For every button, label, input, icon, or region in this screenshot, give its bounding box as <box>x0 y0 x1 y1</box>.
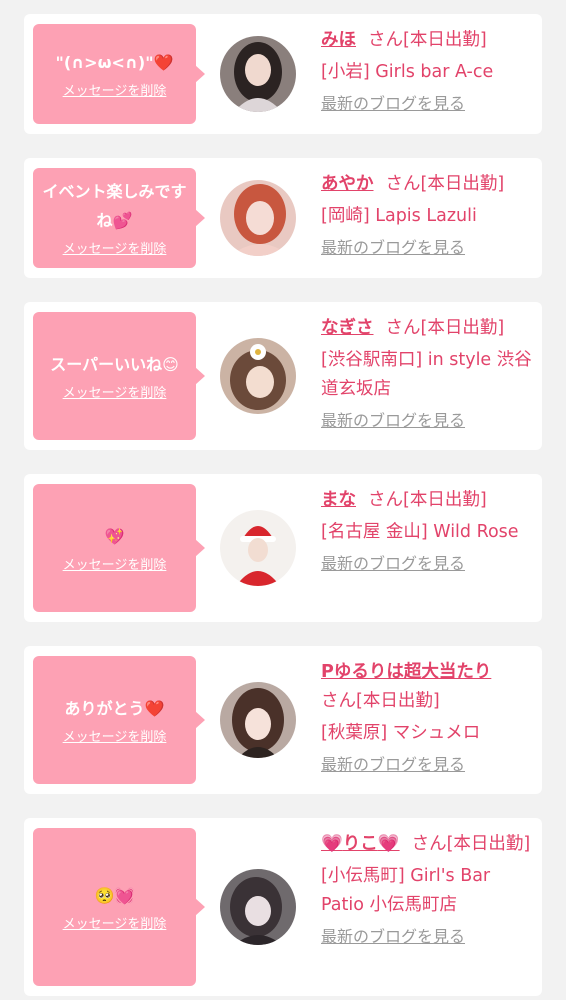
blog-link[interactable]: 最新のブログを見る <box>321 754 536 776</box>
message-bubble: 💖 メッセージを削除 <box>33 484 205 612</box>
blog-link[interactable]: 最新のブログを見る <box>321 410 536 432</box>
cast-name-link[interactable]: あやか <box>321 174 374 194</box>
message-text: ありがとう❤️ <box>64 698 165 718</box>
blog-link[interactable]: 最新のブログを見る <box>321 237 536 259</box>
message-card: スーパーいいね😊 メッセージを削除 なぎさ さん[本日出勤] [渋谷駅南口] in… <box>24 302 542 450</box>
avatar-image <box>220 180 296 256</box>
delete-message-link[interactable]: メッセージを削除 <box>63 916 167 934</box>
cast-name-link[interactable]: まな <box>321 490 356 510</box>
blog-link[interactable]: 最新のブログを見る <box>321 553 536 575</box>
cast-info: まな さん[本日出勤] [名古屋 金山] Wild Rose 最新のブログを見る <box>321 486 536 575</box>
shop-name: [渋谷駅南口] in style 渋谷道玄坂店 <box>321 350 532 399</box>
sparkling-heart-emoji: 💖 <box>104 526 125 546</box>
cast-status: さん[本日出勤] <box>368 30 487 50</box>
shop-name: [秋葉原] マシュメロ <box>321 723 481 743</box>
pleading-heart-emoji: 🥺💓 <box>94 885 135 905</box>
message-bubble: ありがとう❤️ メッセージを削除 <box>33 656 205 784</box>
cast-info: 💗りこ💗 さん[本日出勤] [小伝馬町] Girl's Bar Patio 小伝馬… <box>321 830 536 948</box>
cast-info: あやか さん[本日出勤] [岡崎] Lapis Lazuli 最新のブログを見る <box>321 170 536 259</box>
message-text: "(∩>ω<∩)"❤️ <box>55 52 174 72</box>
cast-status: さん[本日出勤] <box>411 834 531 854</box>
cast-name-link[interactable]: なぎさ <box>321 318 374 338</box>
cast-status: さん[本日出勤] <box>368 490 487 510</box>
message-text: 💖 <box>105 522 125 551</box>
message-text: イベント楽しみですね💕 <box>42 182 187 230</box>
hearts-emoji: 💕 <box>112 211 133 230</box>
cast-info: Pゆるりは超大当たり さん[本日出勤] [秋葉原] マシュメロ 最新のブログを見る <box>321 658 536 776</box>
avatar[interactable] <box>220 510 296 586</box>
avatar[interactable] <box>220 180 296 256</box>
avatar-image <box>220 510 296 586</box>
heart-emoji: ❤️ <box>144 698 165 718</box>
message-text: 🥺💓 <box>95 881 135 910</box>
avatar[interactable] <box>220 682 296 758</box>
shop-name: [岡崎] Lapis Lazuli <box>321 206 477 226</box>
message-bubble: スーパーいいね😊 メッセージを削除 <box>33 312 205 440</box>
delete-message-link[interactable]: メッセージを削除 <box>63 557 167 575</box>
message-card: 🥺💓 メッセージを削除 💗りこ💗 さん[本日出勤] [小伝馬町] Girl's B… <box>24 818 542 996</box>
avatar-image <box>220 869 296 945</box>
cast-name-link[interactable]: みほ <box>321 30 356 50</box>
blog-link[interactable]: 最新のブログを見る <box>321 926 536 948</box>
avatar-image <box>220 338 296 414</box>
message-bubble: 🥺💓 メッセージを削除 <box>33 828 205 986</box>
message-card: イベント楽しみですね💕 メッセージを削除 あやか さん[本日出勤] [岡崎] La… <box>24 158 542 278</box>
message-bubble: イベント楽しみですね💕 メッセージを削除 <box>33 168 205 268</box>
smile-emoji: 😊 <box>162 354 179 374</box>
shop-name: [名古屋 金山] Wild Rose <box>321 522 519 542</box>
delete-message-link[interactable]: メッセージを削除 <box>63 729 167 747</box>
message-list: "(∩>ω<∩)"❤️ メッセージを削除 みほ さん[本日出勤] [小岩] Gir… <box>0 0 566 1000</box>
delete-message-link[interactable]: メッセージを削除 <box>63 241 167 259</box>
avatar[interactable] <box>220 36 296 112</box>
message-text: スーパーいいね😊 <box>50 354 179 374</box>
cast-info: みほ さん[本日出勤] [小岩] Girls bar A-ce 最新のブログを見る <box>321 26 536 115</box>
message-card: "(∩>ω<∩)"❤️ メッセージを削除 みほ さん[本日出勤] [小岩] Gir… <box>24 14 542 134</box>
avatar[interactable] <box>220 338 296 414</box>
shop-name: [小伝馬町] Girl's Bar Patio 小伝馬町店 <box>321 866 491 915</box>
heart-emoji: ❤️ <box>153 52 174 72</box>
avatar[interactable] <box>220 869 296 945</box>
cast-info: なぎさ さん[本日出勤] [渋谷駅南口] in style 渋谷道玄坂店 最新のブ… <box>321 314 536 432</box>
delete-message-link[interactable]: メッセージを削除 <box>63 385 167 403</box>
cast-status: さん[本日出勤] <box>385 318 505 338</box>
delete-message-link[interactable]: メッセージを削除 <box>63 83 167 101</box>
shop-name: [小岩] Girls bar A-ce <box>321 62 494 82</box>
heart-emoji: 💗 <box>377 834 400 854</box>
blog-link[interactable]: 最新のブログを見る <box>321 93 536 115</box>
cast-name-link[interactable]: Pゆるりは超大当たり <box>321 662 491 682</box>
avatar-image <box>220 682 296 758</box>
message-card: ありがとう❤️ メッセージを削除 Pゆるりは超大当たり さん[本日出勤] [秋葉原… <box>24 646 542 794</box>
message-card: 💖 メッセージを削除 まな さん[本日出勤] [名古屋 金山] Wild Rose… <box>24 474 542 622</box>
message-bubble: "(∩>ω<∩)"❤️ メッセージを削除 <box>33 24 205 124</box>
cast-status: さん[本日出勤] <box>321 691 440 711</box>
cast-name-link[interactable]: 💗りこ💗 <box>321 834 400 854</box>
avatar-image <box>220 36 296 112</box>
cast-status: さん[本日出勤] <box>385 174 505 194</box>
heart-emoji: 💗 <box>321 834 343 854</box>
